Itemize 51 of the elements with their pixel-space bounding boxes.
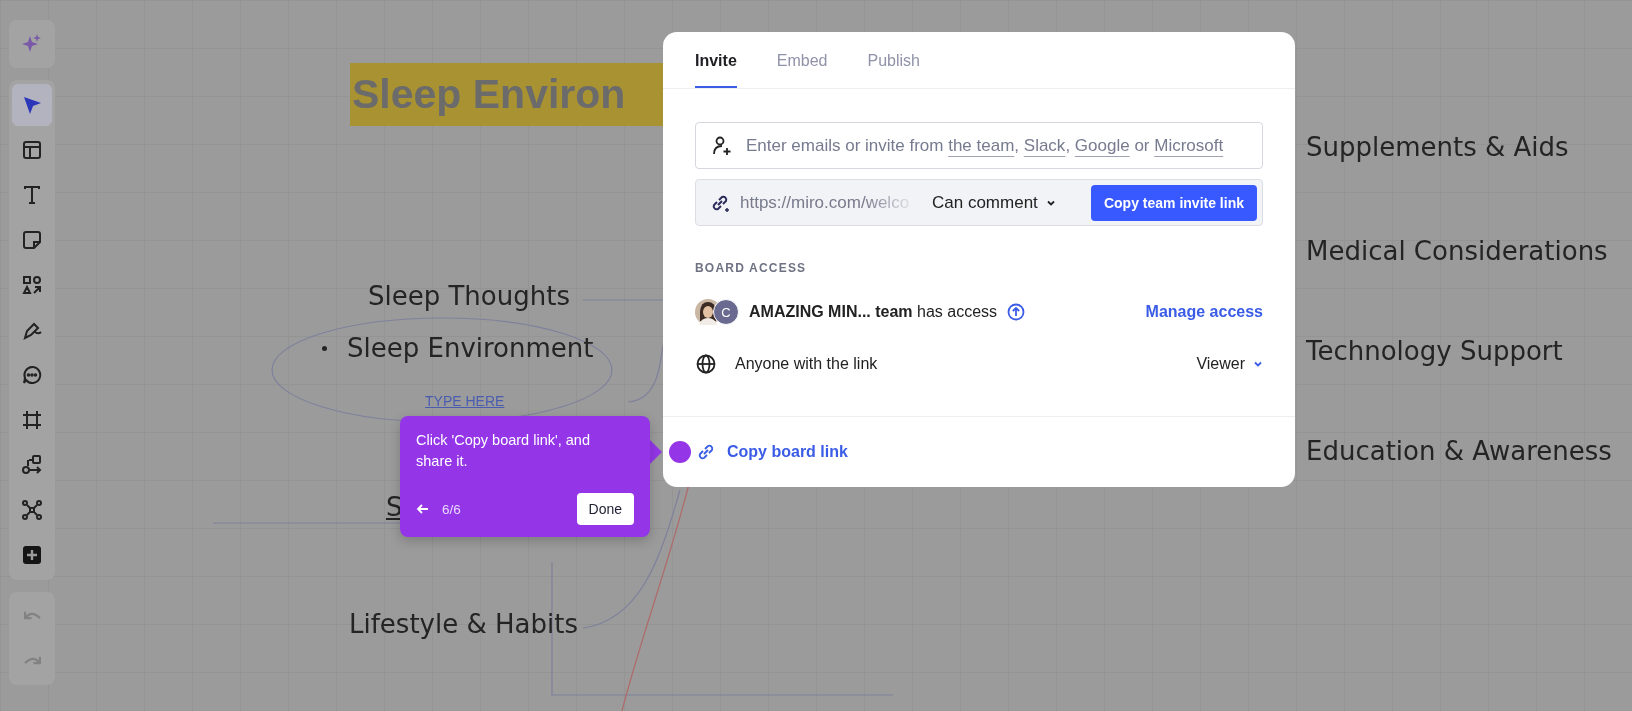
link-access-label: Anyone with the link	[735, 355, 878, 373]
node-label: S	[386, 492, 403, 522]
comment-icon	[21, 364, 43, 386]
invite-source-link[interactable]: Google	[1074, 135, 1130, 155]
back-button[interactable]	[416, 502, 430, 516]
node-label: Education & Awareness	[1306, 436, 1612, 466]
dialog-tab[interactable]: Publish	[867, 32, 920, 88]
manage-access-link[interactable]: Manage access	[1145, 303, 1263, 321]
sticky-note-icon	[21, 229, 43, 251]
step-counter: 6/6	[442, 501, 461, 517]
team-access-text: AMAZING MIN... team has access	[749, 303, 998, 321]
flowchart-icon	[21, 454, 43, 476]
layout-icon	[21, 139, 43, 161]
copy-board-link[interactable]: Copy board link	[695, 441, 848, 463]
permission-dropdown[interactable]: Can comment	[926, 192, 1062, 213]
plus-icon	[21, 544, 43, 566]
section-heading: BOARD ACCESS	[695, 261, 808, 275]
node-label: Supplements & Aids	[1306, 132, 1569, 162]
chevron-down-icon	[1253, 359, 1263, 369]
bullet-dot	[322, 345, 327, 351]
frame-icon	[21, 409, 43, 431]
upgrade-icon	[1007, 303, 1026, 321]
role-dropdown[interactable]: Viewer	[1196, 355, 1263, 373]
mind-map-icon	[21, 499, 43, 521]
redo-icon	[23, 655, 41, 667]
node-label: Lifestyle & Habits	[349, 609, 578, 639]
node-label: Sleep Thoughts	[368, 281, 570, 311]
arrow-left-icon	[416, 502, 430, 516]
invite-source-link[interactable]: Microsoft	[1154, 135, 1224, 155]
invite-source-link[interactable]: Slack	[1023, 135, 1066, 155]
node-label: Medical Considerations	[1306, 236, 1608, 266]
globe-icon	[695, 353, 717, 375]
add-person-icon	[712, 134, 734, 157]
invite-source-link[interactable]: the team	[948, 135, 1015, 155]
dialog-tab[interactable]: Invite	[695, 32, 737, 88]
copy-invite-link-button[interactable]: Copy team invite link	[1090, 184, 1257, 221]
undo-icon	[23, 610, 41, 622]
dialog-tab[interactable]: Embed	[776, 32, 828, 88]
text-icon	[21, 184, 43, 206]
invite-placeholder: Enter emails or invite from the team, Slack, Google or Microsoft	[746, 135, 1224, 156]
connector-line	[627, 344, 664, 403]
node-label: Sleep Environment	[347, 333, 594, 363]
board-title: Sleep Environ	[351, 71, 626, 118]
select-tool[interactable]	[12, 84, 52, 126]
tooltip-text: Click 'Copy board link', and share it.	[416, 431, 591, 471]
shapes-icon	[21, 274, 43, 296]
done-button[interactable]: Done	[576, 493, 634, 525]
team-avatar: C	[713, 299, 739, 325]
node-label: Technology Support	[1306, 336, 1563, 366]
pointer-icon	[21, 94, 43, 116]
invite-field[interactable]: Enter emails or invite from the team, Slack, Google or Microsoft	[695, 122, 1263, 169]
